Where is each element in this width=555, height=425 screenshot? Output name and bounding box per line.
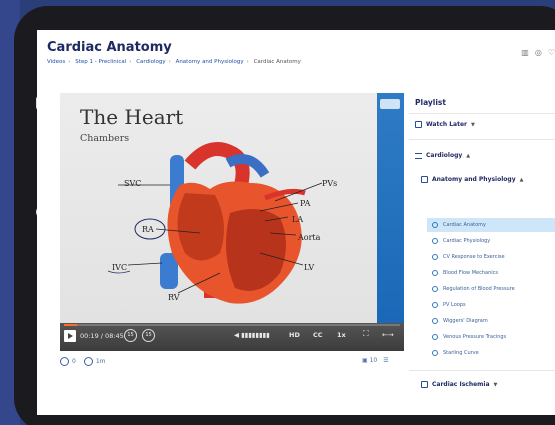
video-player[interactable]: The Heart Chambers SVC PVs PA LA RA Aort…: [60, 93, 404, 351]
playlist-item[interactable]: Cardiac Anatomy: [427, 218, 555, 232]
breadcrumb: Videos › Step 1 - Preclinical › Cardiology…: [47, 59, 301, 65]
progress-fill: [64, 324, 78, 326]
playlist-item[interactable]: Cardiac Physiology: [427, 234, 555, 248]
time-display: 00:19 / 08:45: [80, 332, 124, 340]
playlist-item[interactable]: Blood Flow Mechanics: [427, 266, 555, 280]
chevron-up-icon: ▲: [466, 152, 471, 159]
slide-side-bar: [377, 93, 404, 323]
eye-icon: [60, 357, 69, 366]
clock-icon: [83, 357, 93, 366]
player-controls: 00:19 / 08:45 15 15 ◀ ▮▮▮▮▮▮▮▮ HD CC 1x …: [60, 323, 404, 351]
label-ra: RA: [142, 225, 154, 234]
play-circle-icon: [432, 238, 438, 244]
volume-icon[interactable]: ◀ ▮▮▮▮▮▮▮▮: [234, 331, 270, 339]
label-pvs: PVs: [322, 179, 338, 188]
chevron-down-icon: ▼: [493, 381, 498, 388]
chevron-down-icon: ▼: [471, 121, 475, 128]
label-aorta: Aorta: [298, 233, 321, 242]
keyboard-icon[interactable]: [380, 99, 400, 109]
breadcrumb-step1[interactable]: Step 1 - Preclinical: [75, 59, 126, 65]
video-stats: 0 1m: [60, 357, 106, 366]
breadcrumb-current: Cardiac Anatomy: [253, 59, 301, 65]
notes-actions: ▣ 10 ☰: [362, 357, 389, 364]
watch-later-icon: [415, 121, 422, 128]
play-circle-icon: [432, 350, 438, 356]
play-circle-icon: [432, 222, 438, 228]
play-circle-icon: [432, 318, 438, 324]
label-svc: SVC: [124, 179, 142, 188]
list-icon: [415, 152, 422, 159]
expand-arrows-icon[interactable]: ←→: [382, 331, 394, 339]
notes-count[interactable]: ▣ 10: [362, 357, 377, 364]
playlist-item[interactable]: Venous Pressure Tracings: [427, 330, 555, 344]
eye-icon[interactable]: ◎: [535, 48, 542, 57]
section-cardiac-ischemia[interactable]: Cardiac Ischemia ▼: [421, 381, 497, 388]
play-button[interactable]: [64, 330, 76, 342]
breadcrumb-videos[interactable]: Videos: [47, 59, 65, 65]
folder-icon: [421, 381, 428, 388]
playlist-item[interactable]: Regulation of Blood Pressure: [427, 282, 555, 296]
app-screen: Cardiac Anatomy Videos › Step 1 - Preclin…: [37, 30, 555, 415]
quality-button[interactable]: HD: [289, 331, 300, 339]
play-circle-icon: [432, 302, 438, 308]
page-title: Cardiac Anatomy: [47, 40, 172, 55]
progress-bar[interactable]: [64, 324, 400, 326]
watch-later-toggle[interactable]: Watch Later ▼: [415, 121, 475, 128]
bars-icon[interactable]: ▥: [521, 48, 529, 57]
notes-icon: ▣: [362, 357, 368, 364]
forward-15-button[interactable]: 15: [142, 329, 155, 342]
play-circle-icon: [432, 286, 438, 292]
views-count: 0: [60, 357, 76, 366]
section-cardiology[interactable]: Cardiology ▲: [415, 152, 470, 159]
rewind-15-button[interactable]: 15: [124, 329, 137, 342]
playlist-title: Playlist: [415, 98, 446, 107]
speed-button[interactable]: 1x: [337, 331, 346, 339]
header-actions: ▥ ◎ ♡: [521, 48, 555, 57]
subsection-anatomy[interactable]: Anatomy and Physiology ▲: [421, 176, 523, 183]
play-circle-icon: [432, 254, 438, 260]
breadcrumb-cardiology[interactable]: Cardiology: [136, 59, 165, 65]
duration: 1m: [83, 357, 106, 366]
page-header: Cardiac Anatomy Videos › Step 1 - Preclin…: [37, 30, 555, 80]
playlist-sidebar: Playlist Watch Later ▼ Cardiology ▲ Anatom…: [409, 84, 555, 415]
play-circle-icon: [432, 270, 438, 276]
heart-illustration: [107, 142, 323, 304]
playlist-item[interactable]: Wiggers' Diagram: [427, 314, 555, 328]
playlist-item[interactable]: PV Loops: [427, 298, 555, 312]
label-pa: PA: [300, 199, 311, 208]
right-atrium: [177, 193, 224, 261]
folder-icon: [421, 176, 428, 183]
playlist-item[interactable]: CV Response to Exercise: [427, 250, 555, 264]
video-slide: The Heart Chambers SVC PVs PA LA RA Aort…: [60, 93, 377, 323]
label-ivc: IVC: [112, 263, 128, 272]
label-la: LA: [292, 215, 304, 224]
breadcrumb-anatomy[interactable]: Anatomy and Physiology: [176, 59, 244, 65]
main-content: The Heart Chambers SVC PVs PA LA RA Aort…: [37, 84, 555, 415]
list-icon[interactable]: ☰: [383, 357, 388, 364]
playlist-item[interactable]: Starling Curve: [427, 346, 555, 360]
label-rv: RV: [168, 293, 180, 302]
play-circle-icon: [432, 334, 438, 340]
chevron-up-icon: ▲: [519, 176, 524, 183]
fullscreen-icon[interactable]: ⛶: [363, 329, 369, 339]
label-lv: LV: [304, 263, 315, 272]
captions-button[interactable]: CC: [313, 331, 323, 339]
heart-icon[interactable]: ♡: [548, 48, 555, 57]
